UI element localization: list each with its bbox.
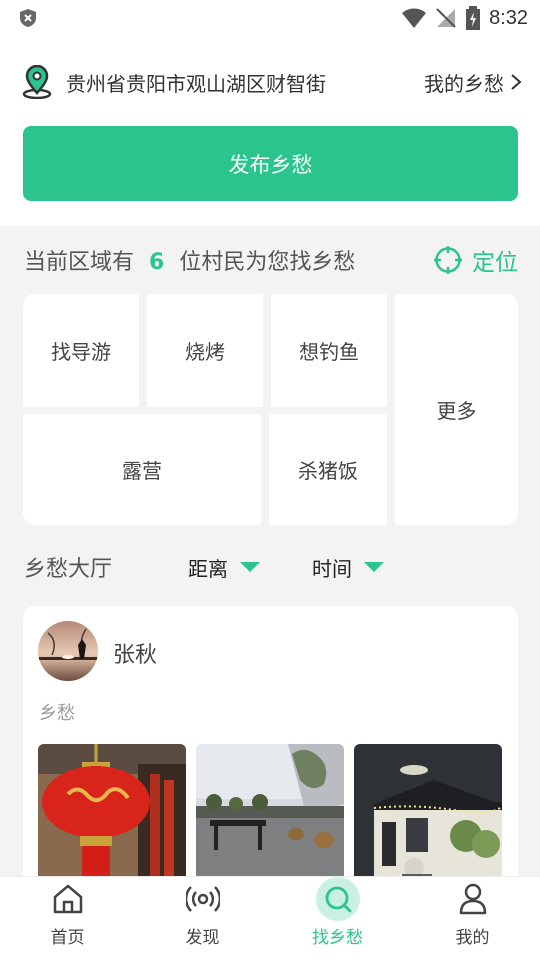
post-username: 张秋 — [113, 643, 158, 668]
post-photo[interactable] — [354, 744, 502, 884]
category-grid: 找导游 烧烤 想钓鱼 更多 露营 杀猪饭 — [23, 294, 518, 525]
tab-home-label: 首页 — [50, 928, 85, 948]
tab-discover[interactable]: 发现 — [135, 877, 270, 960]
tab-mine[interactable]: 我的 — [405, 877, 540, 960]
crosshair-icon — [434, 246, 462, 274]
status-time: 8:32 — [489, 6, 528, 29]
region-text: 当前区域有 6 位村民为您找乡愁 — [24, 244, 434, 276]
no-signal-icon — [436, 8, 456, 28]
battery-icon — [466, 6, 481, 30]
location-row[interactable]: 贵州省贵阳市观山湖区财智街 我的乡愁 — [22, 64, 522, 100]
chevron-right-icon — [511, 74, 522, 90]
category-guide[interactable]: 找导游 — [23, 294, 139, 407]
post-card[interactable]: 张秋 乡愁 — [23, 606, 518, 906]
locate-button[interactable]: 定位 — [434, 243, 518, 277]
region-suffix: 位村民为您找乡愁 — [179, 250, 356, 275]
category-fishing[interactable]: 想钓鱼 — [271, 294, 387, 407]
courtyard-photo — [196, 744, 344, 884]
status-icons: 8:32 — [401, 6, 528, 30]
caret-down-icon — [364, 562, 384, 572]
lantern-photo — [38, 744, 186, 884]
category-pig-feast[interactable]: 杀猪饭 — [269, 414, 387, 525]
broadcast-icon — [181, 877, 225, 921]
publish-button[interactable]: 发布乡愁 — [23, 126, 518, 201]
filter-distance-label: 距离 — [188, 556, 228, 581]
region-prefix: 当前区域有 — [24, 250, 135, 275]
tab-mine-label: 我的 — [455, 928, 490, 948]
user-icon — [451, 877, 495, 921]
hall-header: 乡愁大厅 距离 时间 — [24, 550, 518, 584]
locate-label: 定位 — [472, 250, 518, 276]
post-tag: 乡愁 — [39, 703, 75, 724]
night-house-photo — [354, 744, 502, 884]
post-photo[interactable] — [196, 744, 344, 884]
filter-time-label: 时间 — [312, 556, 352, 581]
category-more[interactable]: 更多 — [395, 294, 518, 525]
header: 贵州省贵阳市观山湖区财智街 我的乡愁 发布乡愁 — [0, 36, 540, 226]
shield-icon — [20, 9, 36, 27]
tab-home[interactable]: 首页 — [0, 877, 135, 960]
location-text: 贵州省贵阳市观山湖区财智街 — [66, 71, 326, 96]
tab-find-xiangchou[interactable]: 找乡愁 — [270, 877, 405, 960]
location-pin-icon — [22, 65, 52, 99]
tab-discover-label: 发现 — [185, 928, 220, 948]
home-icon — [46, 877, 90, 921]
region-row: 当前区域有 6 位村民为您找乡愁 定位 — [24, 242, 518, 278]
my-xiangchou-link[interactable]: 我的乡愁 — [424, 68, 522, 97]
category-bbq[interactable]: 烧烤 — [147, 294, 263, 407]
tab-bar: 首页 发现 找乡愁 我的 — [0, 876, 540, 960]
villager-count: 6 — [149, 250, 165, 275]
caret-down-icon — [240, 562, 260, 572]
my-xiangchou-label: 我的乡愁 — [424, 71, 504, 96]
search-icon — [315, 877, 360, 921]
category-camping[interactable]: 露营 — [23, 414, 261, 525]
filter-time[interactable]: 时间 — [312, 553, 384, 582]
avatar-image — [38, 621, 98, 681]
avatar[interactable] — [38, 621, 98, 681]
hall-title: 乡愁大厅 — [24, 557, 113, 582]
post-photo[interactable] — [38, 744, 186, 884]
wifi-icon — [402, 8, 427, 28]
filter-distance[interactable]: 距离 — [188, 553, 260, 582]
status-bar: 8:32 — [0, 0, 540, 36]
tab-find-label: 找乡愁 — [312, 928, 363, 948]
